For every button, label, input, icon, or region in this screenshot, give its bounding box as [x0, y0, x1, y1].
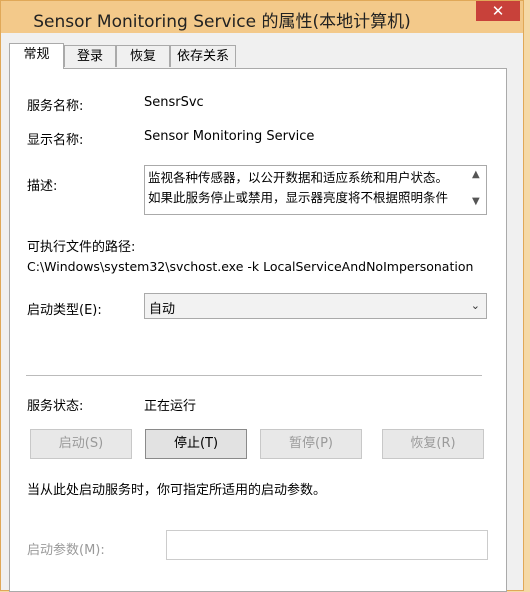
- startup-type-value: 自动: [149, 302, 176, 317]
- pause-button[interactable]: 暂停(P): [260, 429, 362, 459]
- tab-recovery[interactable]: 恢复: [116, 45, 170, 67]
- description-box[interactable]: 监视各种传感器，以公开数据和适应系统和用户状态。 如果此服务停止或禁用，显示器亮…: [144, 165, 487, 215]
- start-params-hint: 当从此处启动服务时，你可指定所适用的启动参数。: [27, 483, 327, 498]
- tab-dependencies[interactable]: 依存关系: [170, 45, 236, 67]
- display-name-value: Sensor Monitoring Service: [144, 129, 315, 144]
- start-params-input[interactable]: [166, 530, 488, 560]
- description-label: 描述:: [27, 179, 58, 194]
- display-name-label: 显示名称:: [27, 133, 84, 148]
- divider: [26, 375, 482, 376]
- description-scrollbar[interactable]: ▲ ▼: [468, 166, 486, 214]
- scroll-down-icon[interactable]: ▼: [472, 196, 480, 207]
- general-panel: 服务名称: SensrSvc 显示名称: Sensor Monitoring S…: [9, 68, 507, 592]
- properties-window: Sensor Monitoring Service 的属性(本地计算机) ✕ 常…: [0, 0, 524, 592]
- startup-type-select[interactable]: 自动 ⌄: [144, 293, 487, 319]
- path-label: 可执行文件的路径:: [27, 240, 136, 255]
- start-params-label: 启动参数(M):: [27, 543, 105, 558]
- window-title: Sensor Monitoring Service 的属性(本地计算机): [33, 12, 411, 32]
- tab-logon[interactable]: 登录: [64, 45, 116, 67]
- service-name-label: 服务名称:: [27, 99, 84, 114]
- description-line: 监视各种传感器，以公开数据和适应系统和用户状态。: [148, 170, 449, 185]
- startup-type-label: 启动类型(E):: [27, 303, 102, 318]
- service-status-label: 服务状态:: [27, 399, 84, 414]
- stop-button[interactable]: 停止(T): [145, 429, 247, 459]
- close-button[interactable]: ✕: [476, 1, 520, 21]
- service-name-value: SensrSvc: [144, 95, 204, 110]
- path-value: C:\Windows\system32\svchost.exe -k Local…: [27, 259, 474, 274]
- chevron-down-icon: ⌄: [470, 299, 480, 312]
- description-text: 监视各种传感器，以公开数据和适应系统和用户状态。 如果此服务停止或禁用，显示器亮…: [148, 168, 466, 208]
- start-button[interactable]: 启动(S): [30, 429, 132, 459]
- scroll-up-icon[interactable]: ▲: [472, 169, 480, 180]
- description-line: 如果此服务停止或禁用，显示器亮度将不根据照明条件: [148, 190, 449, 205]
- resume-button[interactable]: 恢复(R): [382, 429, 484, 459]
- title-bar[interactable]: Sensor Monitoring Service 的属性(本地计算机) ✕: [1, 1, 523, 33]
- close-icon: ✕: [491, 2, 505, 20]
- tab-general[interactable]: 常规: [9, 43, 64, 69]
- service-status-value: 正在运行: [144, 399, 197, 414]
